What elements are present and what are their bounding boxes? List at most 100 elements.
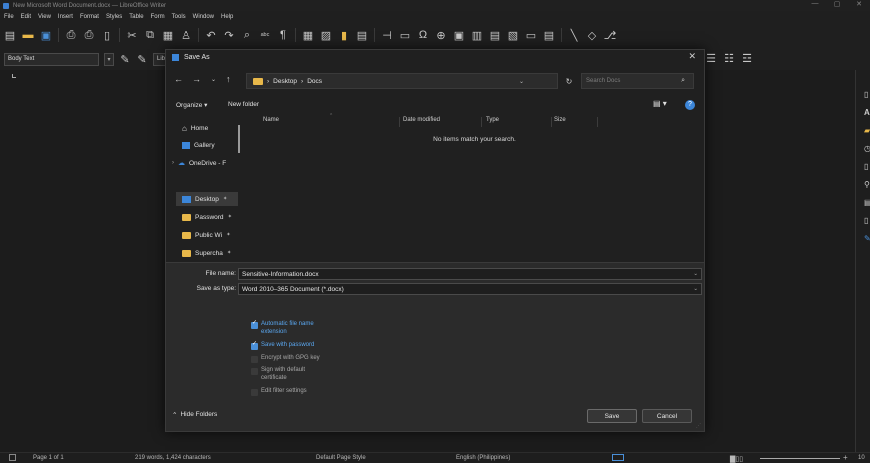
nav-item-onedrive[interactable]: › ☁ OneDrive - F bbox=[172, 156, 242, 170]
chevron-down-icon[interactable]: ⌄ bbox=[519, 78, 524, 85]
endnote-icon[interactable]: ▥ bbox=[471, 29, 483, 42]
menu-edit[interactable]: Edit bbox=[21, 14, 31, 20]
save-icon[interactable]: ▣ bbox=[40, 29, 52, 42]
draw-functions-icon[interactable]: ⎇ bbox=[604, 29, 617, 42]
menu-tools[interactable]: Tools bbox=[172, 14, 186, 20]
search-input[interactable]: Search Docs ⌕ bbox=[581, 73, 694, 89]
insert-field-icon[interactable]: ▭ bbox=[399, 29, 411, 42]
spelling-icon[interactable]: ᵃᵇᶜ bbox=[259, 29, 271, 41]
nav-item-gallery[interactable]: Gallery bbox=[182, 138, 238, 152]
insert-table-icon[interactable]: ▦ bbox=[302, 29, 314, 42]
checkbox-unchecked-icon[interactable] bbox=[251, 355, 258, 363]
column-separator[interactable] bbox=[551, 117, 552, 127]
menu-insert[interactable]: Insert bbox=[58, 14, 73, 20]
menu-styles[interactable]: Styles bbox=[106, 14, 122, 20]
save-button[interactable]: Save bbox=[587, 409, 637, 423]
column-name[interactable]: Name bbox=[263, 117, 279, 123]
checkbox-unchecked-icon[interactable] bbox=[251, 367, 258, 375]
bookmark-icon[interactable]: ▤ bbox=[489, 29, 501, 42]
option-auto-extension[interactable]: Automatic file name extension bbox=[251, 320, 331, 336]
help-icon[interactable]: ? bbox=[685, 100, 695, 110]
export-pdf-icon[interactable]: ⎙ bbox=[65, 29, 77, 41]
hyperlink-icon[interactable]: ⊕ bbox=[435, 29, 447, 42]
cut-icon[interactable]: ✂ bbox=[126, 29, 138, 42]
paste-icon[interactable]: ▦ bbox=[162, 29, 174, 42]
nav-pane-scrollbar[interactable] bbox=[238, 125, 240, 153]
option-encrypt-gpg[interactable]: Encrypt with GPG key bbox=[251, 355, 331, 363]
open-folder-icon[interactable]: ▬ bbox=[22, 29, 34, 41]
nav-item-password[interactable]: Password ✦ bbox=[182, 210, 238, 224]
menu-help[interactable]: Help bbox=[221, 14, 233, 20]
maximize-icon[interactable]: ▢ bbox=[826, 0, 848, 8]
status-language[interactable]: English (Philippines) bbox=[456, 455, 510, 461]
insert-image-icon[interactable]: ▨ bbox=[320, 29, 332, 42]
menu-format[interactable]: Format bbox=[80, 14, 99, 20]
comment-icon[interactable]: ▭ bbox=[525, 29, 537, 42]
organize-button[interactable]: Organize ▾ bbox=[176, 101, 207, 109]
page-icon[interactable]: ▯ bbox=[864, 162, 870, 171]
column-separator[interactable] bbox=[481, 117, 482, 127]
zoom-in-icon[interactable]: + bbox=[843, 453, 848, 462]
new-folder-button[interactable]: New folder bbox=[228, 101, 259, 108]
checkbox-checked-icon[interactable] bbox=[251, 320, 258, 329]
up-arrow-icon[interactable]: ↑ bbox=[226, 74, 231, 84]
undo-icon[interactable]: ↶ bbox=[205, 29, 217, 42]
style-inspector-icon[interactable]: ⚲ bbox=[864, 180, 870, 189]
nav-item-supercha[interactable]: Supercha ✦ bbox=[182, 246, 238, 260]
properties-icon[interactable]: ▯ bbox=[864, 90, 870, 99]
manage-changes-icon[interactable]: ▤ bbox=[864, 198, 870, 207]
design-icon[interactable]: ▯ bbox=[864, 216, 870, 225]
status-page-style[interactable]: Default Page Style bbox=[316, 455, 366, 461]
bullet-list-icon[interactable]: ☰ bbox=[705, 52, 717, 65]
insert-textbox-icon[interactable]: ▤ bbox=[356, 29, 368, 42]
print-icon[interactable]: ⎙ bbox=[83, 29, 95, 41]
menu-table[interactable]: Table bbox=[129, 14, 143, 20]
cancel-button[interactable]: Cancel bbox=[642, 409, 692, 423]
column-separator[interactable] bbox=[399, 117, 400, 127]
indent-icon[interactable]: ☲ bbox=[741, 52, 753, 65]
resize-grip-icon[interactable]: ⋰ bbox=[696, 423, 702, 429]
menu-view[interactable]: View bbox=[38, 14, 51, 20]
clone-formatting-icon[interactable]: ♙ bbox=[180, 29, 192, 42]
chevron-down-icon[interactable]: ⌄ bbox=[693, 286, 698, 292]
insert-chart-icon[interactable]: ▮ bbox=[338, 29, 350, 42]
basic-shapes-icon[interactable]: ◇ bbox=[586, 29, 598, 42]
status-word-count[interactable]: 219 words, 1,424 characters bbox=[135, 455, 211, 461]
styles-icon[interactable]: A bbox=[864, 108, 870, 117]
special-character-icon[interactable]: Ω bbox=[417, 29, 429, 41]
copy-icon[interactable]: ⧉ bbox=[144, 29, 156, 41]
breadcrumb-desktop[interactable]: Desktop bbox=[273, 78, 297, 85]
menu-form[interactable]: Form bbox=[151, 14, 165, 20]
chevron-down-icon[interactable]: ⌄ bbox=[693, 271, 698, 277]
checkbox-checked-icon[interactable] bbox=[251, 341, 258, 350]
find-replace-icon[interactable]: ⌕ bbox=[241, 29, 253, 41]
nav-item-desktop[interactable]: Desktop ✦ bbox=[176, 192, 238, 206]
close-window-icon[interactable]: ✕ bbox=[848, 0, 870, 8]
column-size[interactable]: Size bbox=[554, 117, 566, 123]
column-date-modified[interactable]: Date modified bbox=[403, 117, 440, 123]
line-spacing-icon[interactable]: ☷ bbox=[723, 52, 735, 65]
line-icon[interactable]: ╲ bbox=[568, 29, 580, 42]
view-layout-icon[interactable]: ▇▯▯ bbox=[730, 455, 743, 463]
new-document-icon[interactable]: ▤ bbox=[4, 29, 16, 42]
view-options-icon[interactable]: ▤ ▾ bbox=[653, 99, 667, 108]
recent-locations-chevron-icon[interactable]: ⌄ bbox=[211, 76, 216, 83]
option-edit-filter[interactable]: Edit filter settings bbox=[251, 388, 331, 396]
column-separator[interactable] bbox=[597, 117, 598, 127]
print-preview-icon[interactable]: ▯ bbox=[101, 29, 113, 42]
column-type[interactable]: Type bbox=[486, 117, 499, 123]
formatting-marks-icon[interactable]: ¶ bbox=[277, 29, 289, 41]
minimize-icon[interactable]: — bbox=[804, 0, 826, 8]
menu-window[interactable]: Window bbox=[193, 14, 214, 20]
footnote-icon[interactable]: ▣ bbox=[453, 29, 465, 42]
back-arrow-icon[interactable]: ← bbox=[174, 74, 183, 84]
update-style-icon[interactable]: ✎ bbox=[119, 53, 131, 66]
zoom-slider[interactable] bbox=[760, 458, 840, 459]
breadcrumb-docs[interactable]: Docs bbox=[307, 78, 322, 85]
zoom-level[interactable]: 10 bbox=[858, 455, 865, 461]
menu-file[interactable]: File bbox=[4, 14, 14, 20]
cross-reference-icon[interactable]: ▧ bbox=[507, 29, 519, 42]
save-type-select[interactable]: Word 2010–365 Document (*.docx) ⌄ bbox=[238, 283, 702, 295]
nav-item-public-wi[interactable]: Public Wi ✦ bbox=[182, 228, 238, 242]
file-name-input[interactable]: Sensitive-Information.docx ⌄ bbox=[238, 268, 702, 280]
